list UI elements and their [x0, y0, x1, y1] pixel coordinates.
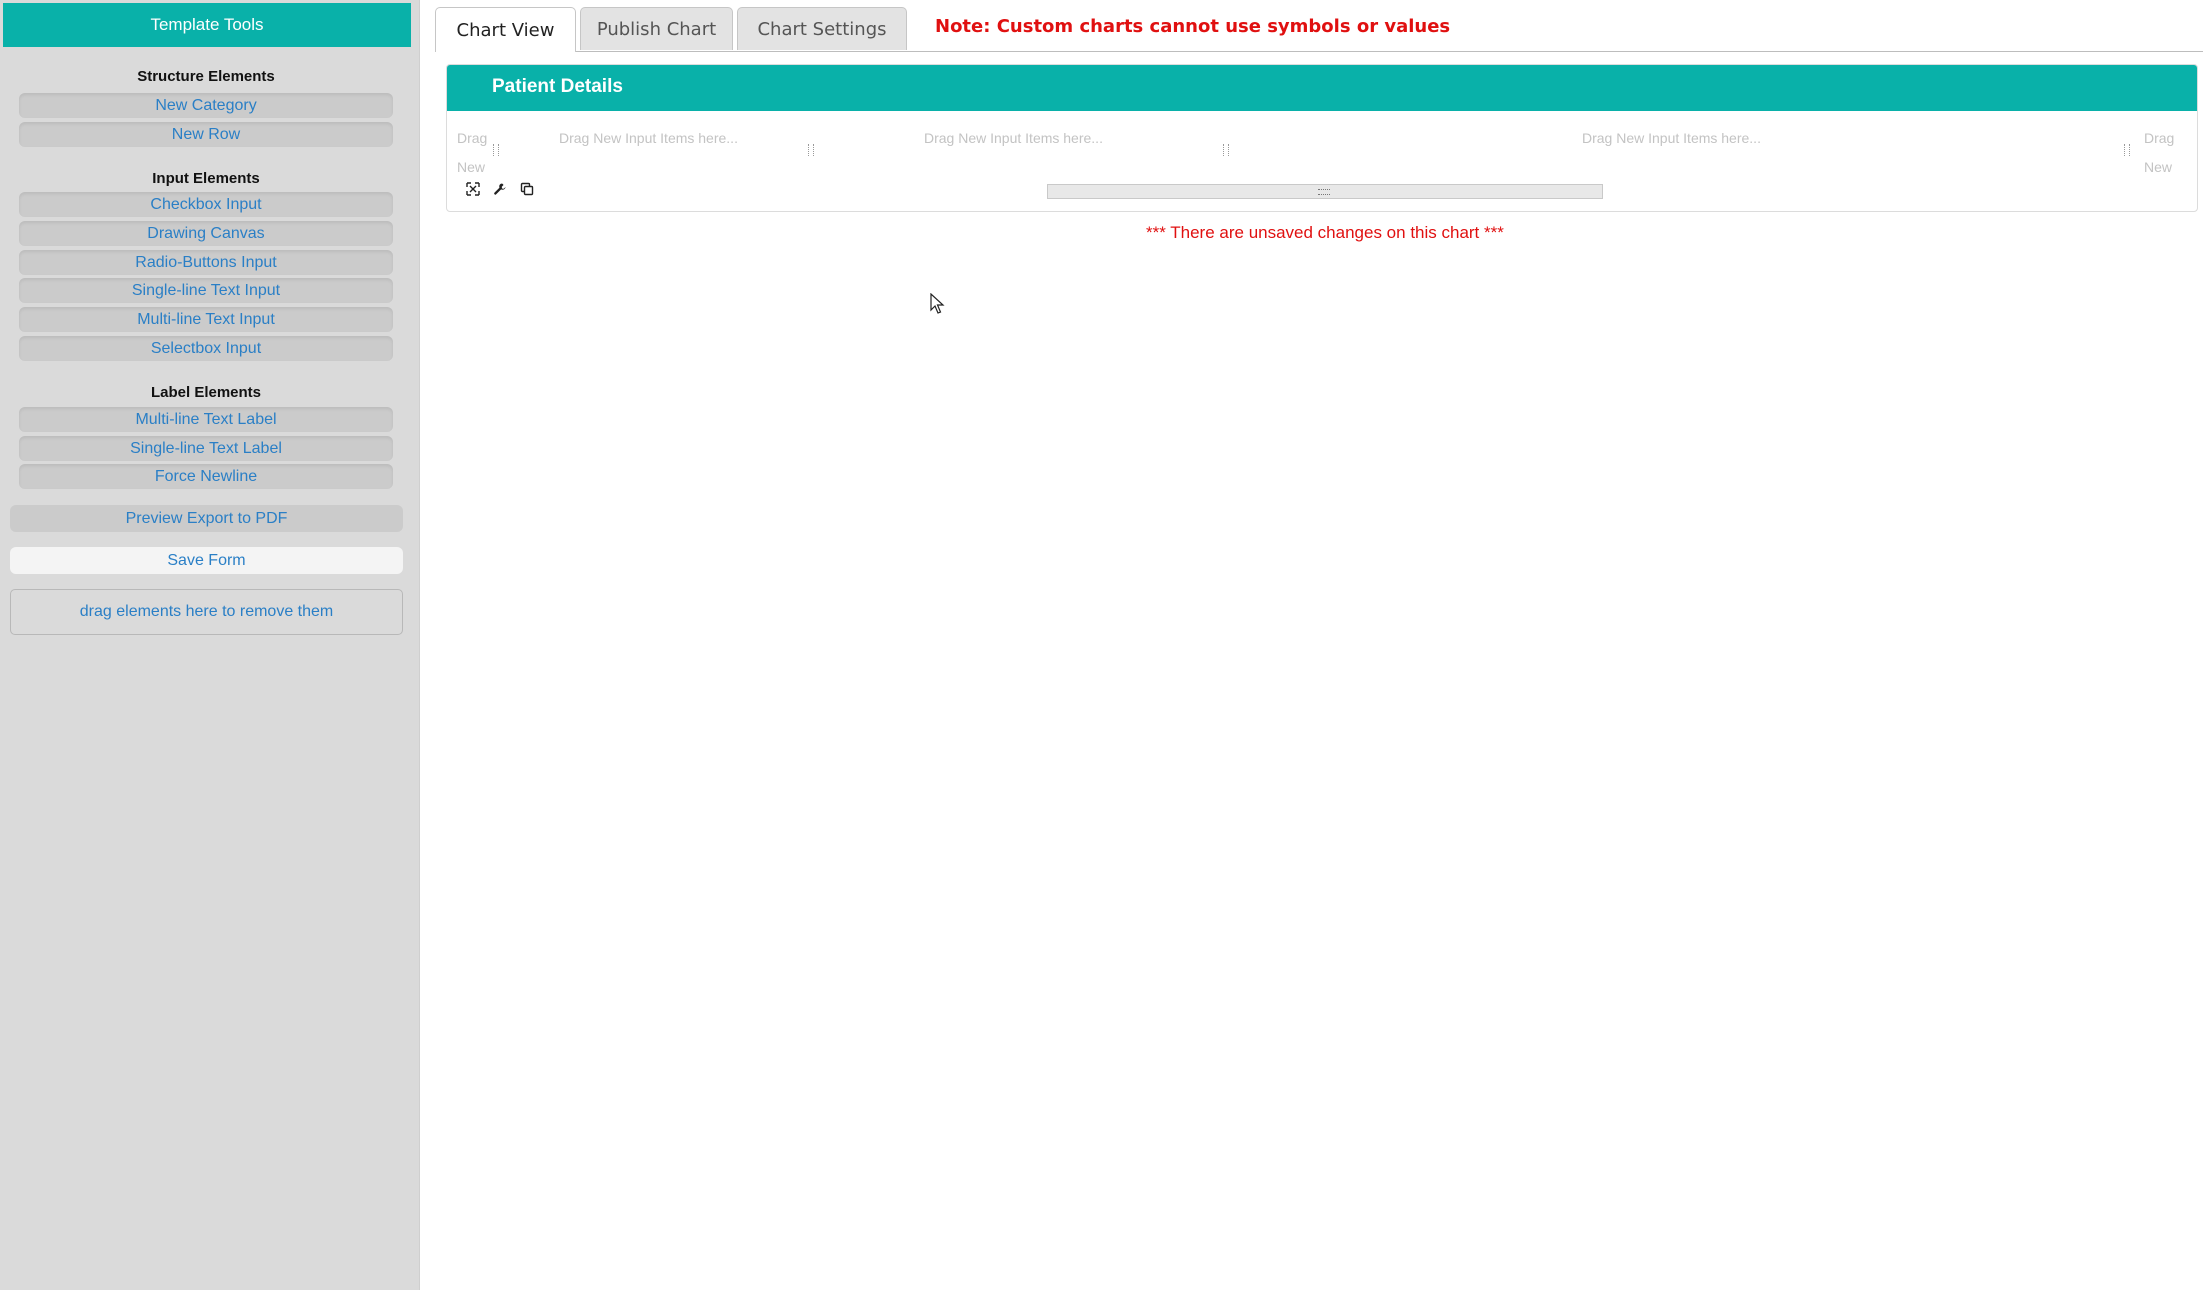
single-line-text-label-button[interactable]: Single-line Text Label	[19, 436, 393, 461]
drawing-canvas-button[interactable]: Drawing Canvas	[19, 221, 393, 246]
column-resize-handle[interactable]	[808, 144, 814, 156]
grip-icon	[1318, 189, 1330, 195]
new-category-button[interactable]: New Category	[19, 93, 393, 118]
category-header[interactable]: Patient Details	[447, 65, 2197, 111]
checkbox-input-button[interactable]: Checkbox Input	[19, 192, 393, 217]
mouse-cursor-icon	[930, 292, 946, 315]
tab-chart-view[interactable]: Chart View	[435, 7, 576, 52]
column-resize-handle[interactable]	[493, 144, 499, 156]
dropzone-right-label-bottom: New	[2144, 159, 2173, 175]
sidebar-title: Template Tools	[3, 3, 411, 47]
label-elements-heading: Label Elements	[150, 384, 262, 401]
category-panel: Patient Details Drag New Drag New Input …	[446, 64, 2198, 212]
force-newline-button[interactable]: Force Newline	[19, 464, 393, 489]
structure-elements-heading: Structure Elements	[137, 68, 275, 85]
multi-line-text-label-button[interactable]: Multi-line Text Label	[19, 407, 393, 432]
dropzone-left-label-bottom: New	[457, 159, 486, 175]
column-resize-handle[interactable]	[2124, 144, 2130, 156]
category-title: Patient Details	[492, 76, 623, 97]
dropzone-column-1[interactable]: Drag New Input Items here...	[559, 130, 738, 146]
dropzone-right-label-top: Drag	[2144, 130, 2175, 146]
custom-chart-note: Note: Custom charts cannot use symbols o…	[935, 16, 1451, 37]
template-tools-sidebar: Template Tools Structure Elements New Ca…	[0, 0, 420, 1290]
tab-chart-settings[interactable]: Chart Settings	[737, 7, 907, 50]
copy-icon[interactable]	[520, 182, 534, 196]
remove-elements-dropzone[interactable]: drag elements here to remove them	[10, 589, 403, 635]
column-resize-handle[interactable]	[1223, 144, 1229, 156]
save-form-button[interactable]: Save Form	[10, 547, 403, 574]
wrench-icon[interactable]	[493, 182, 507, 196]
multi-line-text-input-button[interactable]: Multi-line Text Input	[19, 307, 393, 332]
tab-publish-chart[interactable]: Publish Chart	[580, 7, 733, 50]
unsaved-changes-message: *** There are unsaved changes on this ch…	[1146, 223, 1504, 242]
expand-icon[interactable]	[466, 182, 480, 196]
input-elements-heading: Input Elements	[152, 170, 260, 187]
radio-buttons-input-button[interactable]: Radio-Buttons Input	[19, 250, 393, 275]
tab-bar: Chart View Publish Chart Chart Settings …	[435, 7, 2203, 52]
single-line-text-input-button[interactable]: Single-line Text Input	[19, 278, 393, 303]
row-resize-handle[interactable]	[1047, 184, 1603, 199]
dropzone-column-3[interactable]: Drag New Input Items here...	[1582, 130, 1761, 146]
preview-export-pdf-button[interactable]: Preview Export to PDF	[10, 505, 403, 532]
selectbox-input-button[interactable]: Selectbox Input	[19, 336, 393, 361]
dropzone-left-label-top: Drag	[457, 130, 488, 146]
new-row-button[interactable]: New Row	[19, 122, 393, 147]
dropzone-column-2[interactable]: Drag New Input Items here...	[924, 130, 1103, 146]
